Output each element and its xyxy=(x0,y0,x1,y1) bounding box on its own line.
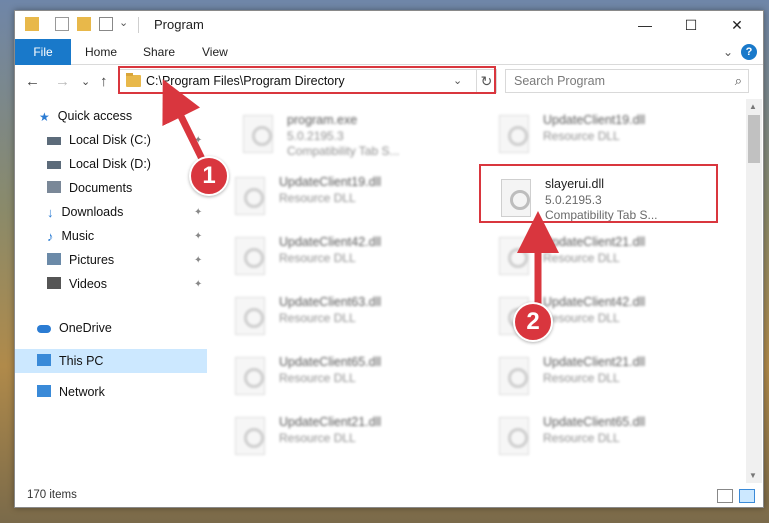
list-item[interactable]: UpdateClient65.dll Resource DLL xyxy=(487,407,717,463)
pictures-icon xyxy=(47,253,61,265)
dll-file-icon xyxy=(499,237,529,275)
sidebar-item-local-disk-c[interactable]: Local Disk (C:) xyxy=(47,129,151,151)
sidebar-item-network[interactable]: Network xyxy=(37,381,105,403)
view-options-icon[interactable] xyxy=(99,17,113,31)
navigation-pane: ★ Quick access Local Disk (C:) ✦ Local Di… xyxy=(15,99,207,483)
sidebar-item-onedrive[interactable]: OneDrive xyxy=(37,317,112,339)
pin-icon[interactable]: ✦ xyxy=(194,231,202,242)
sidebar-item-this-pc[interactable]: This PC xyxy=(37,350,103,372)
network-icon xyxy=(37,385,51,397)
minimize-button[interactable]: — xyxy=(623,11,667,39)
list-item[interactable]: UpdateClient21.dll Resource DLL xyxy=(487,347,717,403)
list-item[interactable]: UpdateClient19.dll Resource DLL xyxy=(223,167,453,223)
scroll-down-icon[interactable]: ▼ xyxy=(749,471,757,480)
list-item[interactable]: program.exe 5.0.2195.3 Compatibility Tab… xyxy=(231,105,461,161)
dll-file-icon xyxy=(235,297,265,335)
pc-icon xyxy=(37,354,51,366)
details-view-icon[interactable] xyxy=(717,489,733,503)
window-title: Program xyxy=(154,17,204,32)
up-button[interactable]: ↑ xyxy=(100,73,108,90)
documents-icon xyxy=(47,181,61,193)
dll-file-icon xyxy=(235,357,265,395)
scroll-up-icon[interactable]: ▲ xyxy=(749,102,757,111)
scrollbar-thumb[interactable] xyxy=(748,115,760,163)
dll-file-icon xyxy=(235,237,265,275)
cloud-icon xyxy=(37,325,51,333)
pin-icon[interactable]: ✦ xyxy=(194,207,202,218)
back-button[interactable]: ← xyxy=(25,73,40,90)
tab-file[interactable]: File xyxy=(15,39,71,65)
list-item[interactable]: UpdateClient21.dll Resource DLL xyxy=(487,227,717,283)
status-bar: 170 items xyxy=(15,485,763,507)
drive-icon xyxy=(47,161,61,169)
dll-file-icon xyxy=(235,417,265,455)
customize-toolbar-chevron-icon[interactable]: ⌄ xyxy=(119,16,128,29)
sidebar-item-quick-access[interactable]: ★ Quick access xyxy=(39,105,132,127)
videos-icon xyxy=(47,277,61,289)
search-icon[interactable]: ⌕ xyxy=(735,73,742,89)
address-bar-highlight xyxy=(118,66,496,94)
new-folder-icon[interactable] xyxy=(77,17,91,31)
file-list: program.exe 5.0.2195.3 Compatibility Tab… xyxy=(211,99,747,483)
pin-icon[interactable]: ✦ xyxy=(194,135,202,146)
file-highlight xyxy=(479,164,718,223)
search-input[interactable]: Search Program xyxy=(514,74,605,88)
music-icon: ♪ xyxy=(47,229,54,244)
search-box[interactable]: Search Program ⌕ xyxy=(505,69,749,93)
sidebar-item-downloads[interactable]: ↓ Downloads xyxy=(47,201,123,223)
sidebar-item-pictures[interactable]: Pictures xyxy=(47,249,114,271)
title-bar: ⌄ Program — ☐ ✕ xyxy=(15,11,763,39)
maximize-button[interactable]: ☐ xyxy=(669,11,713,39)
large-icons-view-icon[interactable] xyxy=(739,489,755,503)
dll-file-icon xyxy=(499,417,529,455)
sidebar-item-local-disk-d[interactable]: Local Disk (D:) xyxy=(47,153,151,175)
pin-icon[interactable]: ✦ xyxy=(194,279,202,290)
exe-file-icon xyxy=(243,115,273,153)
list-item[interactable]: UpdateClient42.dll Resource DLL xyxy=(223,227,453,283)
help-icon[interactable]: ? xyxy=(741,44,757,60)
download-icon: ↓ xyxy=(47,205,54,220)
pin-icon[interactable]: ✦ xyxy=(194,255,202,266)
forward-button[interactable]: → xyxy=(55,73,70,90)
list-item[interactable]: UpdateClient65.dll Resource DLL xyxy=(223,347,453,403)
sidebar-item-music[interactable]: ♪ Music xyxy=(47,225,94,247)
expand-ribbon-chevron-icon[interactable]: ⌄ xyxy=(723,45,733,59)
folder-icon xyxy=(25,17,39,31)
tab-view[interactable]: View xyxy=(202,39,228,65)
properties-icon[interactable] xyxy=(55,17,69,31)
drive-icon xyxy=(47,137,61,145)
sidebar-item-documents[interactable]: Documents xyxy=(47,177,132,199)
close-button[interactable]: ✕ xyxy=(715,11,759,39)
sidebar-item-videos[interactable]: Videos xyxy=(47,273,107,295)
items-count: 170 items xyxy=(27,489,77,501)
star-icon: ★ xyxy=(39,110,50,124)
list-item[interactable]: UpdateClient63.dll Resource DLL xyxy=(223,287,453,343)
recent-locations-chevron-icon[interactable]: ⌄ xyxy=(81,75,90,88)
dll-file-icon xyxy=(235,177,265,215)
dll-file-icon xyxy=(499,115,529,153)
list-item[interactable]: UpdateClient21.dll Resource DLL xyxy=(223,407,453,463)
step-2-badge: 2 xyxy=(513,302,553,342)
title-separator xyxy=(138,17,139,33)
tab-home[interactable]: Home xyxy=(85,39,117,65)
dll-file-icon xyxy=(499,357,529,395)
ribbon-tabs: File Home Share View ⌄ ? xyxy=(15,39,763,65)
tab-share[interactable]: Share xyxy=(143,39,175,65)
step-1-badge: 1 xyxy=(189,156,229,196)
vertical-scrollbar[interactable]: ▲ ▼ xyxy=(746,99,762,483)
list-item[interactable]: UpdateClient19.dll Resource DLL xyxy=(487,105,717,161)
